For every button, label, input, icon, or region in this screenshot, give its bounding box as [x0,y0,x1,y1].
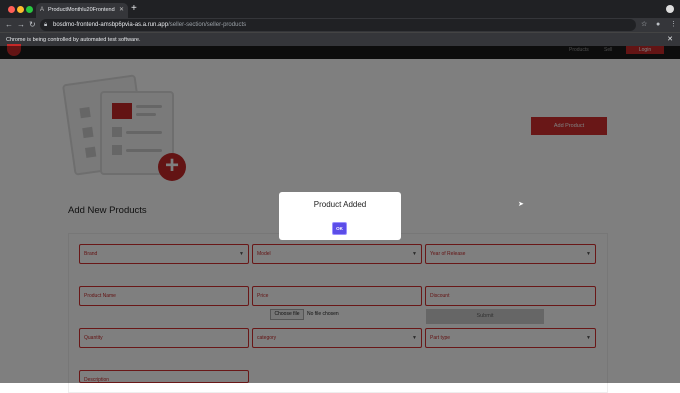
infobar-message: Chrome is being controlled by automated … [6,37,141,43]
tab-close-icon[interactable]: ✕ [119,3,124,18]
tab-title: ProductMonthlu20Frontend [48,7,115,13]
bookmark-star-icon[interactable]: ☆ [641,18,647,32]
automation-infobar: Chrome is being controlled by automated … [0,32,680,46]
lock-icon: 🔒︎ [44,22,48,28]
forward-icon[interactable]: → [17,18,25,32]
profile-dot-icon[interactable] [666,5,674,13]
reload-icon[interactable]: ↻ [29,18,36,32]
infobar-close-icon[interactable]: ✕ [667,33,673,47]
alert-dialog: Product Added OK [279,192,401,240]
minimize-window-button[interactable] [17,6,24,13]
url-path: /seller-section/seller-products [168,22,247,28]
ok-button[interactable]: OK [332,222,347,235]
mouse-cursor-icon: ➤ [518,201,524,208]
menu-kebab-icon[interactable]: ⋮ [670,18,677,32]
profile-icon[interactable]: ● [656,18,660,32]
browser-tab[interactable]: A ProductMonthlu20Frontend ✕ [36,3,128,18]
address-bar[interactable]: 🔒︎ bosdmo-frontend-amsbp6pvia-as.a.run.a… [40,19,636,31]
back-icon[interactable]: ← [5,18,13,32]
browser-tab-bar: A ProductMonthlu20Frontend ✕ + [0,0,680,18]
dialog-message: Product Added [313,200,367,209]
url-host: bosdmo-frontend-amsbp6pvia-as.a.run.app [53,22,169,28]
browser-toolbar: ← → ↻ 🔒︎ bosdmo-frontend-amsbp6pvia-as.a… [0,18,680,32]
maximize-window-button[interactable] [26,6,33,13]
close-window-button[interactable] [8,6,15,13]
new-tab-button[interactable]: + [131,3,137,15]
tab-favicon-icon: A [40,7,45,13]
